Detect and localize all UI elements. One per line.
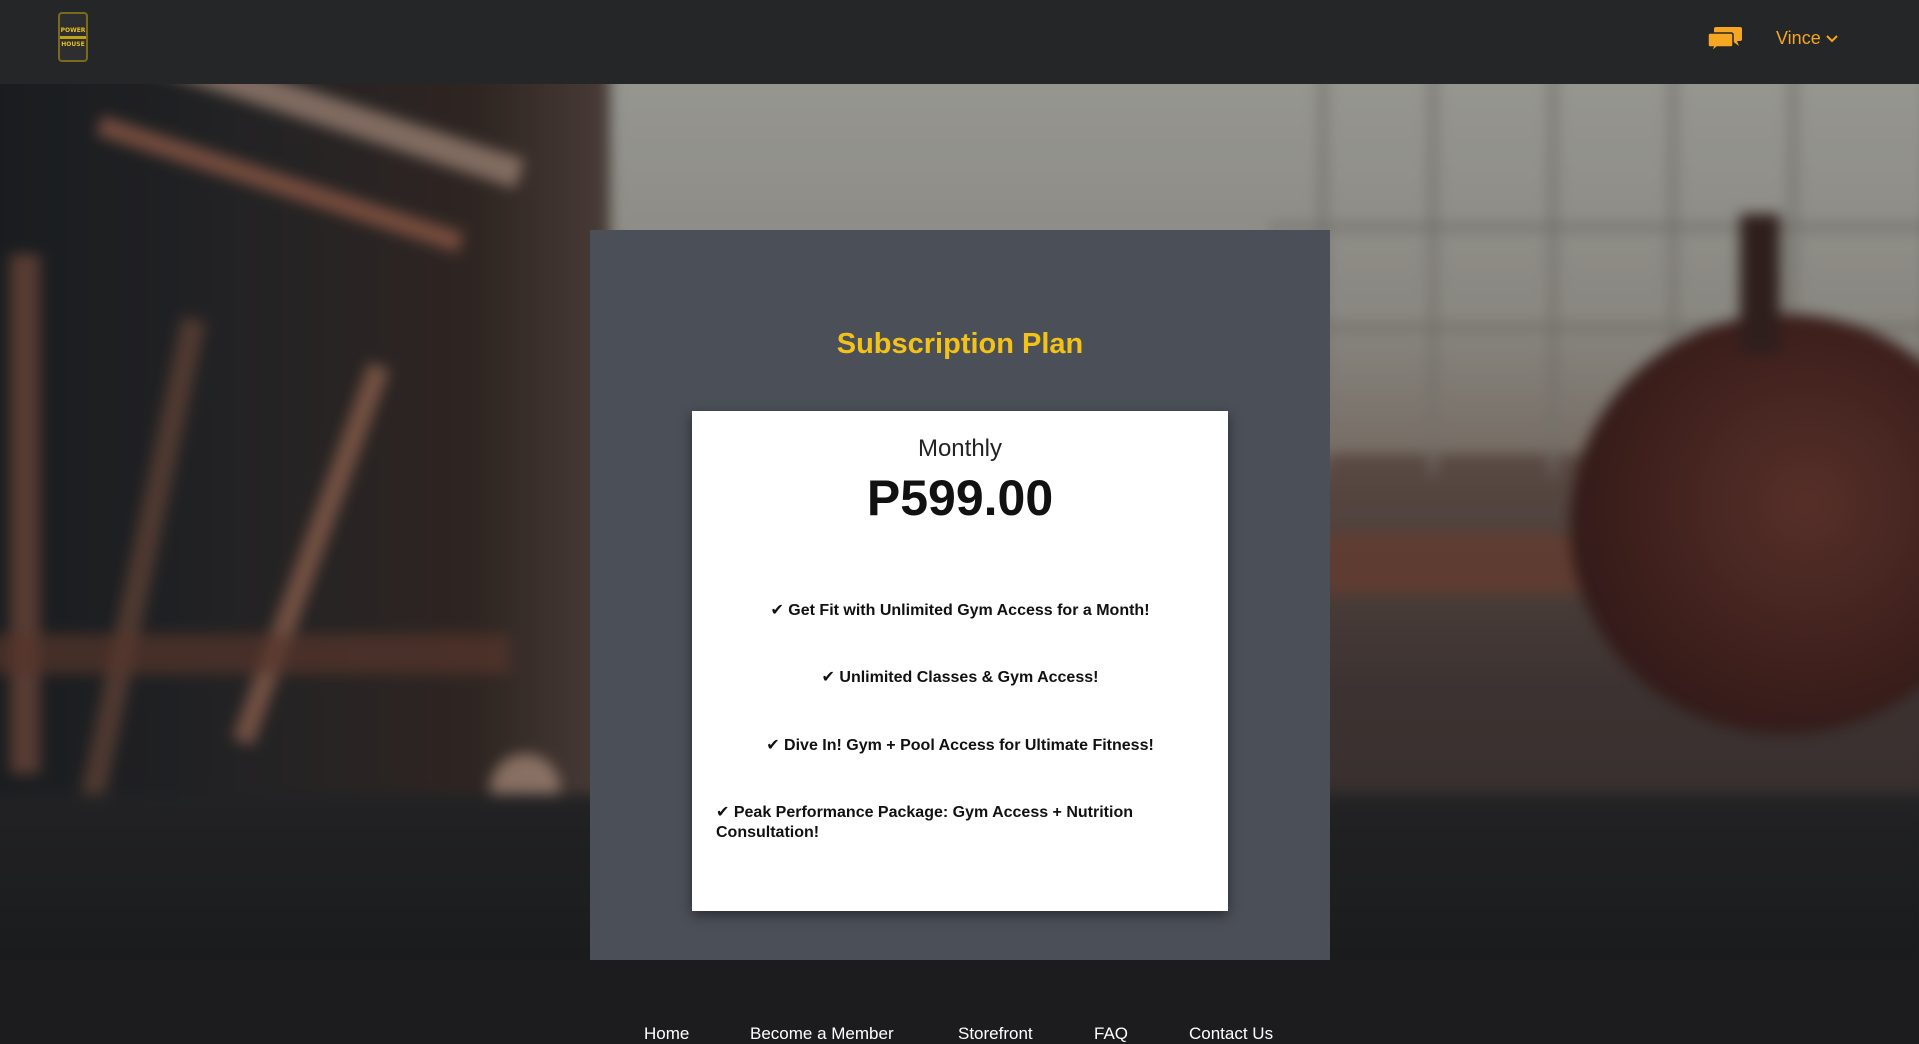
plan-feature-1: ✔ Get Fit with Unlimited Gym Access for … <box>770 602 1150 619</box>
plan-name: Monthly <box>917 435 1003 462</box>
footer: Home Become a Member Storefront FAQ Cont… <box>0 960 1919 1044</box>
user-name: Vince <box>1776 28 1821 48</box>
footer-link-become-member[interactable]: Become a Member <box>750 1024 894 1044</box>
plan-card[interactable]: Monthly P599.00 ✔ Get Fit with Unlimited… <box>692 411 1228 911</box>
footer-link-storefront[interactable]: Storefront <box>958 1024 1033 1044</box>
subscription-panel: Subscription Plan Monthly P599.00 ✔ Get … <box>590 230 1330 960</box>
panel-title: Subscription Plan <box>836 328 1084 360</box>
top-navbar: POWER HOUSE Vince <box>0 0 1919 84</box>
plan-feature-3: ✔ Dive In! Gym + Pool Access for Ultimat… <box>766 737 1154 754</box>
user-menu[interactable]: Vince <box>1776 28 1838 49</box>
logo-icon[interactable]: POWER HOUSE <box>58 12 88 62</box>
footer-link-faq[interactable]: FAQ <box>1094 1024 1128 1044</box>
footer-link-home[interactable]: Home <box>644 1024 689 1044</box>
chevron-down-icon <box>1825 34 1838 42</box>
plan-feature-4: ✔ Peak Performance Package: Gym Access +… <box>716 804 1133 841</box>
hero-section: Subscription Plan Monthly P599.00 ✔ Get … <box>0 84 1919 960</box>
plan-feature-2: ✔ Unlimited Classes & Gym Access! <box>821 669 1099 686</box>
logo-text-bottom: HOUSE <box>61 40 85 48</box>
chat-icon[interactable] <box>1707 25 1743 53</box>
plan-price: P599.00 <box>866 470 1054 526</box>
logo-text-top: POWER <box>60 26 86 34</box>
logo-divider <box>60 35 86 39</box>
footer-link-contact-us[interactable]: Contact Us <box>1189 1024 1273 1044</box>
